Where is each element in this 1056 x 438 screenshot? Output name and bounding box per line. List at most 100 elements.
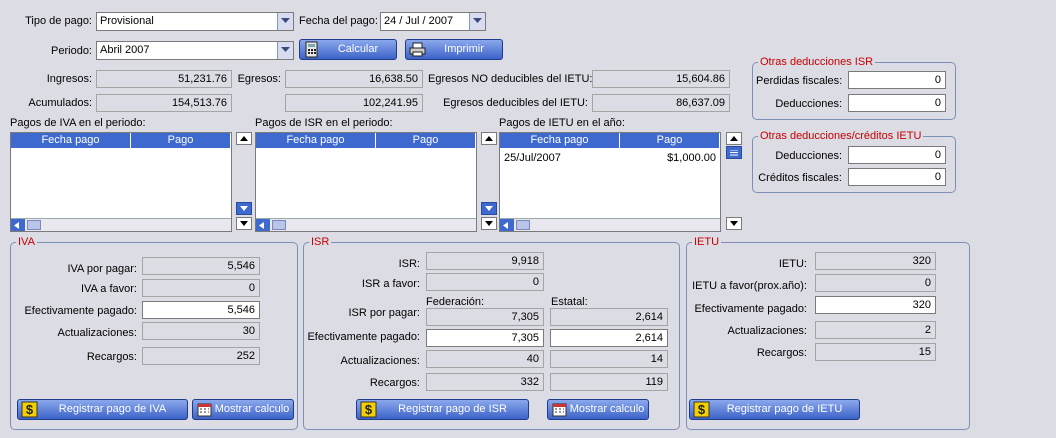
iva-recargos-field: 252 <box>142 347 260 365</box>
isr-recargos-label: Recargos: <box>369 377 420 389</box>
deducciones-isr-input[interactable]: 0 <box>848 94 946 112</box>
scroll-up-icon[interactable] <box>236 132 252 145</box>
egresos-label: Egresos: <box>237 73 281 85</box>
dollar-icon: $ <box>21 401 38 418</box>
ietu-actualizaciones-label: Actualizaciones: <box>727 325 808 337</box>
col-fecha-pago[interactable]: Fecha pago <box>256 133 376 148</box>
table-row[interactable]: 25/Jul/2007 $1,000.00 <box>500 151 720 165</box>
scroll-down-icon[interactable] <box>236 217 252 230</box>
scroll-down-icon[interactable] <box>481 202 497 215</box>
scroll-thumb[interactable] <box>27 220 41 230</box>
svg-text:$: $ <box>698 402 706 417</box>
mostrar-calculo-isr-button[interactable]: Mostrar calculo <box>547 399 649 420</box>
egresos-deducibles-field: 86,637.09 <box>592 94 730 112</box>
col-pago[interactable]: Pago <box>131 133 231 148</box>
scroll-down-icon[interactable] <box>481 217 497 230</box>
isr-group-title: ISR <box>309 236 332 248</box>
egresos-no-deducibles-label: Egresos NO deducibles del IETU: <box>428 73 593 85</box>
deducciones-ietu-input[interactable]: 0 <box>848 146 946 164</box>
isr-efectivamente-federacion-input[interactable]: 7,305 <box>426 329 544 347</box>
vertical-scrollbar[interactable] <box>481 132 497 232</box>
scroll-thumb[interactable] <box>516 220 530 230</box>
scroll-down-icon[interactable] <box>726 217 742 230</box>
ietu-actualizaciones-field: 2 <box>815 321 936 339</box>
pagos-ietu-list[interactable]: Fecha pago Pago 25/Jul/2007 $1,000.00 <box>499 132 721 232</box>
horizontal-scrollbar[interactable] <box>11 218 231 231</box>
scroll-left-icon[interactable] <box>256 219 270 231</box>
horizontal-scrollbar[interactable] <box>256 218 476 231</box>
col-pago[interactable]: Pago <box>376 133 476 148</box>
chevron-down-icon[interactable] <box>277 42 293 59</box>
otras-deducciones-isr-title: Otras deducciones ISR <box>758 56 876 68</box>
ietu-recargos-field: 15 <box>815 343 936 361</box>
isr-a-favor-label: ISR a favor: <box>361 278 420 290</box>
calcular-button-label: Calcular <box>337 43 379 55</box>
isr-por-pagar-federacion-field: 7,305 <box>426 308 544 326</box>
col-pago[interactable]: Pago <box>620 133 720 148</box>
registrar-pago-isr-label: Registrar pago de ISR <box>398 403 507 415</box>
scroll-left-icon[interactable] <box>500 219 514 231</box>
tipo-pago-select[interactable]: Provisional <box>96 12 294 31</box>
vertical-scrollbar[interactable] <box>726 132 742 232</box>
creditos-fiscales-input[interactable]: 0 <box>848 168 946 186</box>
isr-field: 9,918 <box>426 252 544 270</box>
iva-efectivamente-pagado-input[interactable]: 5,546 <box>142 301 260 319</box>
col-fecha-pago[interactable]: Fecha pago <box>500 133 620 148</box>
fecha-pago-picker[interactable]: 24 / Jul / 2007 <box>380 12 486 31</box>
registrar-pago-iva-button[interactable]: $ Registrar pago de IVA <box>17 399 188 420</box>
iva-efectivamente-pagado-label: Efectivamente pagado: <box>24 305 137 317</box>
estatal-label: Estatal: <box>551 296 588 308</box>
fecha-pago-label: Fecha del pago: <box>299 15 378 27</box>
dollar-icon: $ <box>360 401 377 418</box>
isr-label: ISR: <box>398 258 420 270</box>
vertical-scrollbar[interactable] <box>236 132 252 232</box>
mostrar-calculo-isr-label: Mostrar calculo <box>569 403 645 415</box>
scroll-left-icon[interactable] <box>11 219 25 231</box>
registrar-pago-ietu-button[interactable]: $ Registrar pago de IETU <box>689 399 860 420</box>
deducciones-isr-label: Deducciones: <box>775 98 842 110</box>
svg-text:$: $ <box>365 402 373 417</box>
isr-efectivamente-estatal-input[interactable]: 2,614 <box>550 329 668 347</box>
mostrar-calculo-iva-label: Mostrar calculo <box>214 403 290 415</box>
scroll-thumb[interactable] <box>726 146 742 159</box>
calcular-button[interactable]: Calcular <box>299 39 397 60</box>
iva-a-favor-label: IVA a favor: <box>80 283 137 295</box>
egresos-no-deducibles-field: 15,604.86 <box>592 70 730 88</box>
egresos-acumulados-field: 102,241.95 <box>285 94 423 112</box>
fecha-pago-value: 24 / Jul / 2007 <box>384 15 454 27</box>
col-fecha-pago[interactable]: Fecha pago <box>11 133 131 148</box>
isr-actualizaciones-federacion-field: 40 <box>426 350 544 368</box>
periodo-select[interactable]: Abril 2007 <box>96 41 294 60</box>
printer-icon <box>409 42 426 57</box>
registrar-pago-isr-button[interactable]: $ Registrar pago de ISR <box>356 399 529 420</box>
iva-actualizaciones-field: 30 <box>142 322 260 340</box>
deducciones-ietu-label: Deducciones: <box>775 150 842 162</box>
perdidas-fiscales-input[interactable]: 0 <box>848 71 946 89</box>
pagos-ietu-title: Pagos de IETU en el año: <box>499 117 625 129</box>
svg-text:$: $ <box>26 402 34 417</box>
imprimir-button[interactable]: Imprimir <box>405 39 503 60</box>
isr-por-pagar-label: ISR por pagar: <box>348 307 420 319</box>
periodo-value: Abril 2007 <box>100 44 150 56</box>
ietu-field: 320 <box>815 252 936 270</box>
scroll-up-icon[interactable] <box>481 132 497 145</box>
scroll-thumb[interactable] <box>272 220 286 230</box>
pagos-isr-title: Pagos de ISR en el periodo: <box>255 117 393 129</box>
iva-actualizaciones-label: Actualizaciones: <box>57 327 138 339</box>
iva-por-pagar-label: IVA por pagar: <box>67 263 137 275</box>
mostrar-calculo-iva-button[interactable]: Mostrar calculo <box>192 399 294 420</box>
ingresos-field: 51,231.76 <box>96 70 232 88</box>
chevron-down-icon[interactable] <box>277 13 293 30</box>
tipo-pago-value: Provisional <box>100 15 154 27</box>
row-pago: $1,000.00 <box>667 152 716 164</box>
scroll-down-icon[interactable] <box>236 202 252 215</box>
pagos-isr-list[interactable]: Fecha pago Pago <box>255 132 477 232</box>
ietu-efectivamente-pagado-input[interactable]: 320 <box>815 296 936 314</box>
chevron-down-icon[interactable] <box>469 13 485 30</box>
horizontal-scrollbar[interactable] <box>500 218 720 231</box>
acumulados-label: Acumulados: <box>28 97 92 109</box>
isr-recargos-federacion-field: 332 <box>426 373 544 391</box>
pagos-iva-list[interactable]: Fecha pago Pago <box>10 132 232 232</box>
ingresos-label: Ingresos: <box>46 73 92 85</box>
scroll-up-icon[interactable] <box>726 132 742 145</box>
